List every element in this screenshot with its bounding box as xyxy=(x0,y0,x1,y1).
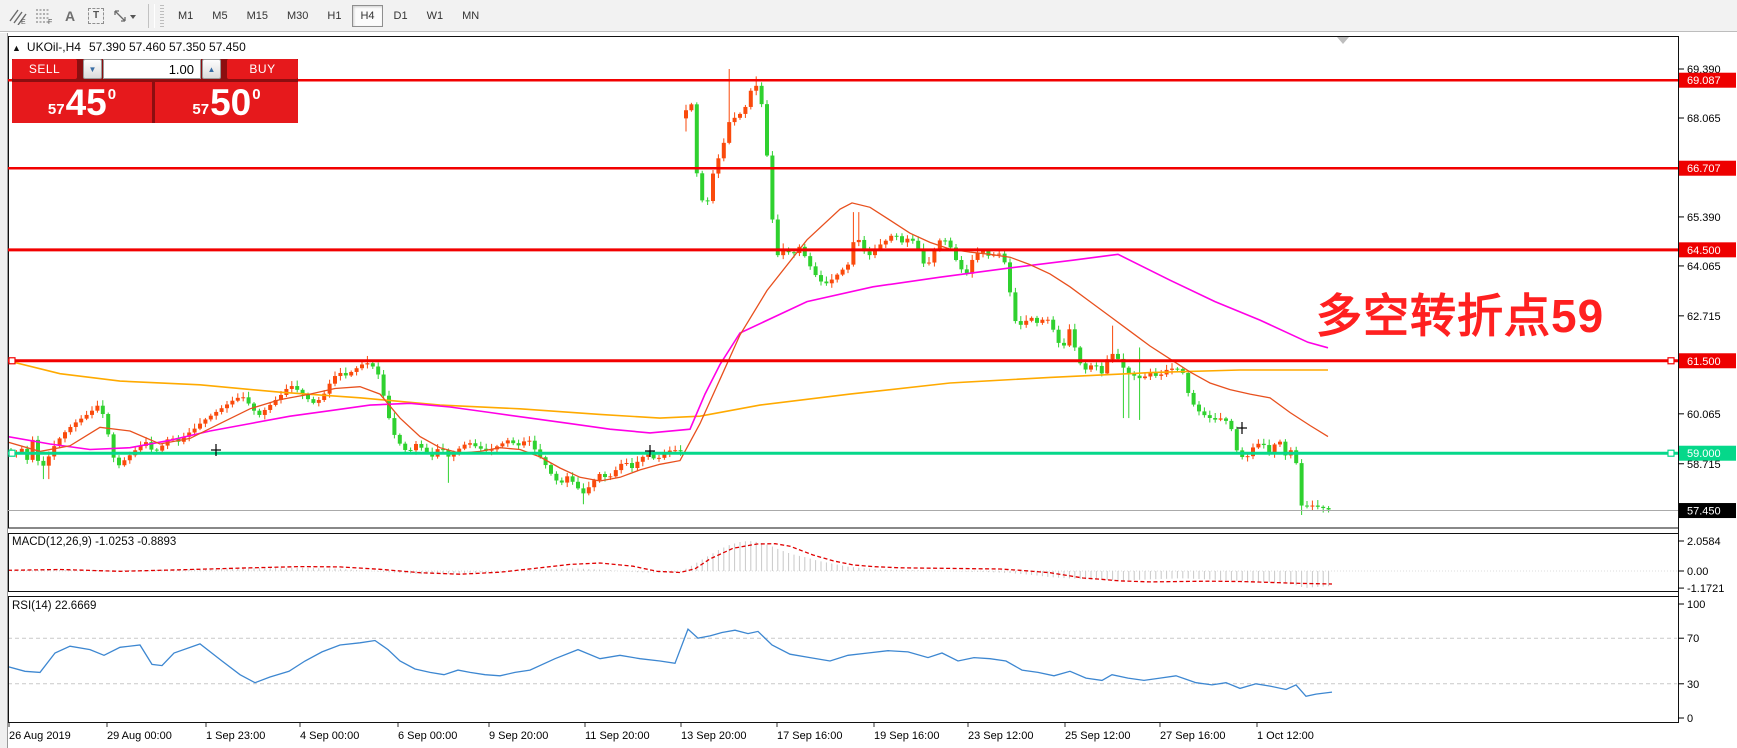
rsi-tick-label: 30 xyxy=(1687,679,1699,691)
timeframe-h4[interactable]: H4 xyxy=(352,4,383,27)
date-tick-label: 29 Aug 00:00 xyxy=(107,730,172,742)
svg-text:69.087: 69.087 xyxy=(1687,75,1721,87)
timeframe-m30[interactable]: M30 xyxy=(279,5,316,27)
equidistant-channel-tool-icon[interactable]: E xyxy=(6,4,30,28)
line-handle[interactable] xyxy=(1667,449,1675,457)
date-tick-label: 9 Sep 20:00 xyxy=(489,730,548,742)
svg-text:F: F xyxy=(48,19,52,25)
timeframe-m5[interactable]: M5 xyxy=(204,5,235,27)
date-tick-label: 6 Sep 00:00 xyxy=(398,730,457,742)
date-tick-label: 17 Sep 16:00 xyxy=(777,730,842,742)
date-tick-label: 4 Sep 00:00 xyxy=(300,730,359,742)
sell-price-display[interactable]: 57 45 0 xyxy=(12,82,152,123)
macd-tick-label: 0.00 xyxy=(1687,566,1708,578)
toolbar: E F A T M1 M5 M15 M30 H1 H4 D1 W1 MN xyxy=(0,0,1737,32)
mt4-window: E F A T M1 M5 M15 M30 H1 H4 D1 W1 MN 69.390 68.06… xyxy=(0,0,1737,748)
svg-text:64.500: 64.500 xyxy=(1687,245,1721,257)
buy-button[interactable]: BUY xyxy=(227,59,298,79)
svg-text:57.450: 57.450 xyxy=(1687,506,1721,518)
macd-indicator-label: MACD(12,26,9) -1.0253 -0.8893 xyxy=(12,536,177,548)
date-tick-label: 11 Sep 20:00 xyxy=(585,730,650,742)
chart-window[interactable]: 69.390 68.065 65.390 64.065 62.715 60.065 58.7… xyxy=(0,33,1737,748)
rsi-tick-label: 0 xyxy=(1687,713,1693,725)
buy-price-display[interactable]: 57 50 0 xyxy=(155,82,298,123)
date-tick-label: 19 Sep 16:00 xyxy=(874,730,939,742)
price-tick-label: 64.065 xyxy=(1687,261,1721,273)
date-tick-label: 26 Aug 2019 xyxy=(9,730,71,742)
timeframe-m15[interactable]: M15 xyxy=(239,5,276,27)
date-tick-label: 13 Sep 20:00 xyxy=(681,730,746,742)
buy-price-big: 50 xyxy=(210,81,252,123)
chinese-annotation-text: 多空转折点59 xyxy=(1316,290,1605,342)
volume-increase-button[interactable]: ▲ xyxy=(202,59,221,79)
fibonacci-tool-icon[interactable]: F xyxy=(32,4,56,28)
price-tick-label: 65.390 xyxy=(1687,212,1721,224)
rsi-tick-label: 70 xyxy=(1687,633,1699,645)
rsi-tick-label: 100 xyxy=(1687,599,1705,611)
timeframe-mn[interactable]: MN xyxy=(454,5,487,27)
window-left-edge xyxy=(0,33,8,748)
text-label-tool-icon[interactable]: T xyxy=(84,4,108,28)
arrows-tool-icon[interactable] xyxy=(110,4,138,28)
date-tick-label: 1 Oct 12:00 xyxy=(1257,730,1314,742)
timeframe-h1[interactable]: H1 xyxy=(319,5,349,27)
line-handle[interactable] xyxy=(8,449,16,457)
price-tick-label: 62.715 xyxy=(1687,311,1721,323)
date-tick-label: 23 Sep 12:00 xyxy=(968,730,1033,742)
date-tick-label: 27 Sep 16:00 xyxy=(1160,730,1225,742)
timeframe-d1[interactable]: D1 xyxy=(386,5,416,27)
sell-price-small: 57 xyxy=(47,101,65,118)
svg-text:59.000: 59.000 xyxy=(1687,448,1721,460)
buy-price-small: 57 xyxy=(192,101,210,118)
toolbar-separator xyxy=(148,3,155,28)
volume-decrease-button[interactable]: ▼ xyxy=(83,59,102,79)
volume-input[interactable] xyxy=(103,59,201,79)
toolbar-grip[interactable] xyxy=(160,4,164,27)
price-tick-label: 60.065 xyxy=(1687,409,1721,421)
macd-tick-label: 2.0584 xyxy=(1687,536,1721,548)
price-tick-label: 68.065 xyxy=(1687,113,1721,125)
line-handle[interactable] xyxy=(1667,357,1675,365)
ohlc-values: 57.390 57.460 57.350 57.450 xyxy=(88,40,246,54)
macd-tick-label: -1.1721 xyxy=(1687,583,1724,595)
rsi-indicator-label: RSI(14) 22.6669 xyxy=(12,600,97,612)
timeframe-bar: M1 M5 M15 M30 H1 H4 D1 W1 MN xyxy=(170,4,490,27)
sell-price-big: 45 xyxy=(65,81,107,123)
line-handle[interactable] xyxy=(8,357,16,365)
svg-text:66.707: 66.707 xyxy=(1687,163,1721,175)
sell-button[interactable]: SELL xyxy=(12,59,77,79)
date-tick-label: 25 Sep 12:00 xyxy=(1065,730,1130,742)
timeframe-m1[interactable]: M1 xyxy=(170,5,201,27)
chart-title: ▲ UKOil-,H4 57.390 57.460 57.350 57.450 xyxy=(12,40,246,54)
date-tick-label: 1 Sep 23:00 xyxy=(206,730,265,742)
text-tool-icon[interactable]: A xyxy=(58,4,82,28)
collapse-arrow-icon[interactable]: ▲ xyxy=(12,43,21,53)
sell-price-sup: 0 xyxy=(107,86,117,103)
buy-price-sup: 0 xyxy=(252,86,261,103)
svg-text:E: E xyxy=(21,19,26,25)
symbol-name: UKOil-,H4 xyxy=(26,40,81,54)
svg-text:61.500: 61.500 xyxy=(1687,356,1721,368)
one-click-trade-panel: SELL ▼ ▲ BUY 57450 57500 xyxy=(12,59,298,123)
timeframe-w1[interactable]: W1 xyxy=(419,5,452,27)
time-axis[interactable]: 26 Aug 2019 29 Aug 00:00 1 Sep 23:00 4 Sep … xyxy=(8,723,1314,742)
